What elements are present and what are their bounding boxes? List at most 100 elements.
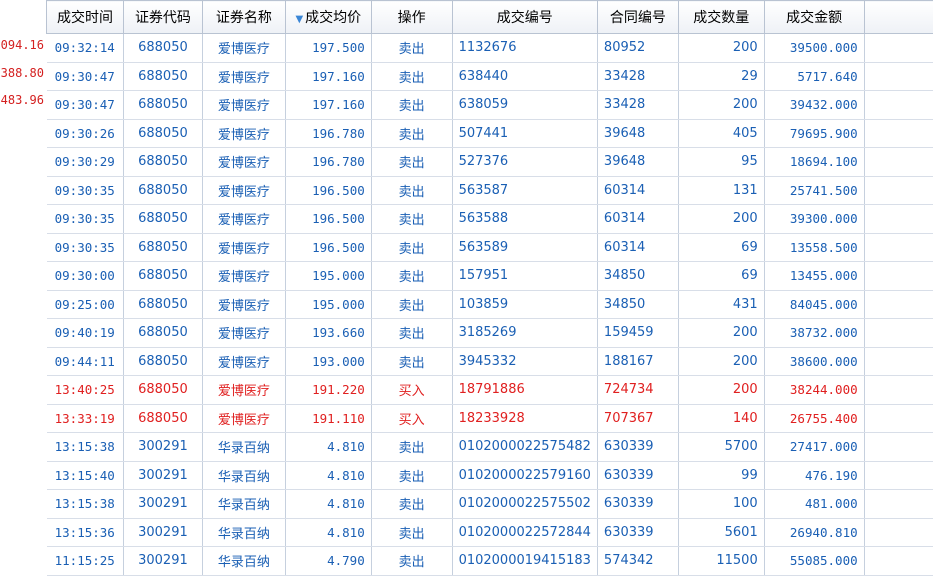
table-row[interactable]: 13:15:38300291华录百纳4.810卖出010200002257550… [47,490,933,519]
cell-name: 爱博医疗 [202,319,285,348]
col-header-deal-no[interactable]: 成交编号 [452,1,597,34]
cell-contract-no: 630339 [597,490,678,519]
col-header-amount[interactable]: 成交金额 [764,1,864,34]
cell-deal-no: 0102000022579160 [452,461,597,490]
col-header-time[interactable]: 成交时间 [47,1,124,34]
cell-op: 卖出 [371,34,452,63]
cell-contract-no: 39648 [597,119,678,148]
table-row[interactable]: 13:15:36300291华录百纳4.810卖出010200002257284… [47,518,933,547]
cell-amount: 39500.000 [764,34,864,63]
cell-code: 688050 [123,176,202,205]
table-header: 成交时间 证券代码 证券名称 ▼成交均价 操作 成交编号 合同编号 成交数量 成… [47,1,933,34]
table-row[interactable]: 11:15:25300291华录百纳4.790卖出010200001941518… [47,547,933,576]
row-filler [864,461,933,490]
cell-code: 688050 [123,347,202,376]
cell-name: 爱博医疗 [202,233,285,262]
cell-qty: 200 [678,347,764,376]
cell-op: 卖出 [371,148,452,177]
cell-contract-no: 574342 [597,547,678,576]
cell-op: 卖出 [371,290,452,319]
cell-amount: 38732.000 [764,319,864,348]
table-row[interactable]: 09:30:35688050爱博医疗196.500卖出5635886031420… [47,205,933,234]
cell-code: 688050 [123,91,202,120]
table-row[interactable]: 09:30:35688050爱博医疗196.500卖出5635876031413… [47,176,933,205]
table-row[interactable]: 09:25:00688050爱博医疗195.000卖出1038593485043… [47,290,933,319]
col-header-op[interactable]: 操作 [371,1,452,34]
cell-contract-no: 33428 [597,62,678,91]
cell-price: 196.780 [285,119,371,148]
table-row[interactable]: 09:30:35688050爱博医疗196.500卖出5635896031469… [47,233,933,262]
table-row[interactable]: 13:33:19688050爱博医疗191.110买入1823392870736… [47,404,933,433]
cell-name: 爱博医疗 [202,62,285,91]
cell-contract-no: 707367 [597,404,678,433]
cell-time: 09:25:00 [47,290,124,319]
cell-amount: 27417.000 [764,433,864,462]
cell-deal-no: 18791886 [452,376,597,405]
cell-amount: 26940.810 [764,518,864,547]
cell-qty: 200 [678,376,764,405]
sort-desc-icon: ▼ [295,14,303,25]
table-row[interactable]: 13:15:40300291华录百纳4.810卖出010200002257916… [47,461,933,490]
cell-price: 195.000 [285,262,371,291]
cell-price: 4.810 [285,433,371,462]
cell-price: 4.790 [285,547,371,576]
cell-code: 300291 [123,461,202,490]
cell-qty: 11500 [678,547,764,576]
cell-price: 4.810 [285,518,371,547]
trade-table: 成交时间 证券代码 证券名称 ▼成交均价 操作 成交编号 合同编号 成交数量 成… [46,0,933,576]
cell-op: 卖出 [371,176,452,205]
cell-price: 191.110 [285,404,371,433]
cell-op: 卖出 [371,433,452,462]
table-row[interactable]: 09:30:47688050爱博医疗197.160卖出6384403342829… [47,62,933,91]
cell-amount: 18694.100 [764,148,864,177]
cell-op: 卖出 [371,91,452,120]
table-row[interactable]: 09:30:26688050爱博医疗196.780卖出5074413964840… [47,119,933,148]
cell-op: 卖出 [371,119,452,148]
table-row[interactable]: 13:15:38300291华录百纳4.810卖出010200002257548… [47,433,933,462]
cell-time: 13:40:25 [47,376,124,405]
col-header-price[interactable]: ▼成交均价 [285,1,371,34]
row-filler [864,290,933,319]
col-header-qty[interactable]: 成交数量 [678,1,764,34]
cell-op: 卖出 [371,461,452,490]
cell-time: 09:30:35 [47,205,124,234]
cell-contract-no: 630339 [597,518,678,547]
left-value: 483.96 [0,87,46,115]
cell-code: 688050 [123,34,202,63]
cell-code: 688050 [123,205,202,234]
cell-qty: 5700 [678,433,764,462]
table-row[interactable]: 09:40:19688050爱博医疗193.660卖出3185269159459… [47,319,933,348]
cell-time: 13:15:36 [47,518,124,547]
row-filler [864,148,933,177]
cell-time: 13:15:38 [47,433,124,462]
cell-qty: 131 [678,176,764,205]
table-row[interactable]: 09:32:14688050爱博医疗197.500卖出1132676809522… [47,34,933,63]
col-header-code[interactable]: 证券代码 [123,1,202,34]
table-row[interactable]: 09:30:00688050爱博医疗195.000卖出1579513485069… [47,262,933,291]
table-row[interactable]: 09:30:29688050爱博医疗196.780卖出5273763964895… [47,148,933,177]
cell-price: 193.000 [285,347,371,376]
table-row[interactable]: 09:30:47688050爱博医疗197.160卖出6380593342820… [47,91,933,120]
row-filler [864,376,933,405]
cell-op: 卖出 [371,319,452,348]
table-row[interactable]: 09:44:11688050爱博医疗193.000卖出3945332188167… [47,347,933,376]
cell-op: 卖出 [371,518,452,547]
cell-contract-no: 39648 [597,148,678,177]
table-row[interactable]: 13:40:25688050爱博医疗191.220买入1879188672473… [47,376,933,405]
cell-name: 华录百纳 [202,518,285,547]
cell-contract-no: 34850 [597,290,678,319]
col-header-name[interactable]: 证券名称 [202,1,285,34]
cell-name: 爱博医疗 [202,347,285,376]
cell-contract-no: 34850 [597,262,678,291]
cell-name: 华录百纳 [202,490,285,519]
cell-op: 买入 [371,376,452,405]
row-filler [864,262,933,291]
row-filler [864,176,933,205]
cell-qty: 99 [678,461,764,490]
col-header-contract-no[interactable]: 合同编号 [597,1,678,34]
cell-op: 卖出 [371,262,452,291]
cell-deal-no: 563589 [452,233,597,262]
cell-time: 09:30:47 [47,62,124,91]
cell-qty: 100 [678,490,764,519]
cell-price: 193.660 [285,319,371,348]
